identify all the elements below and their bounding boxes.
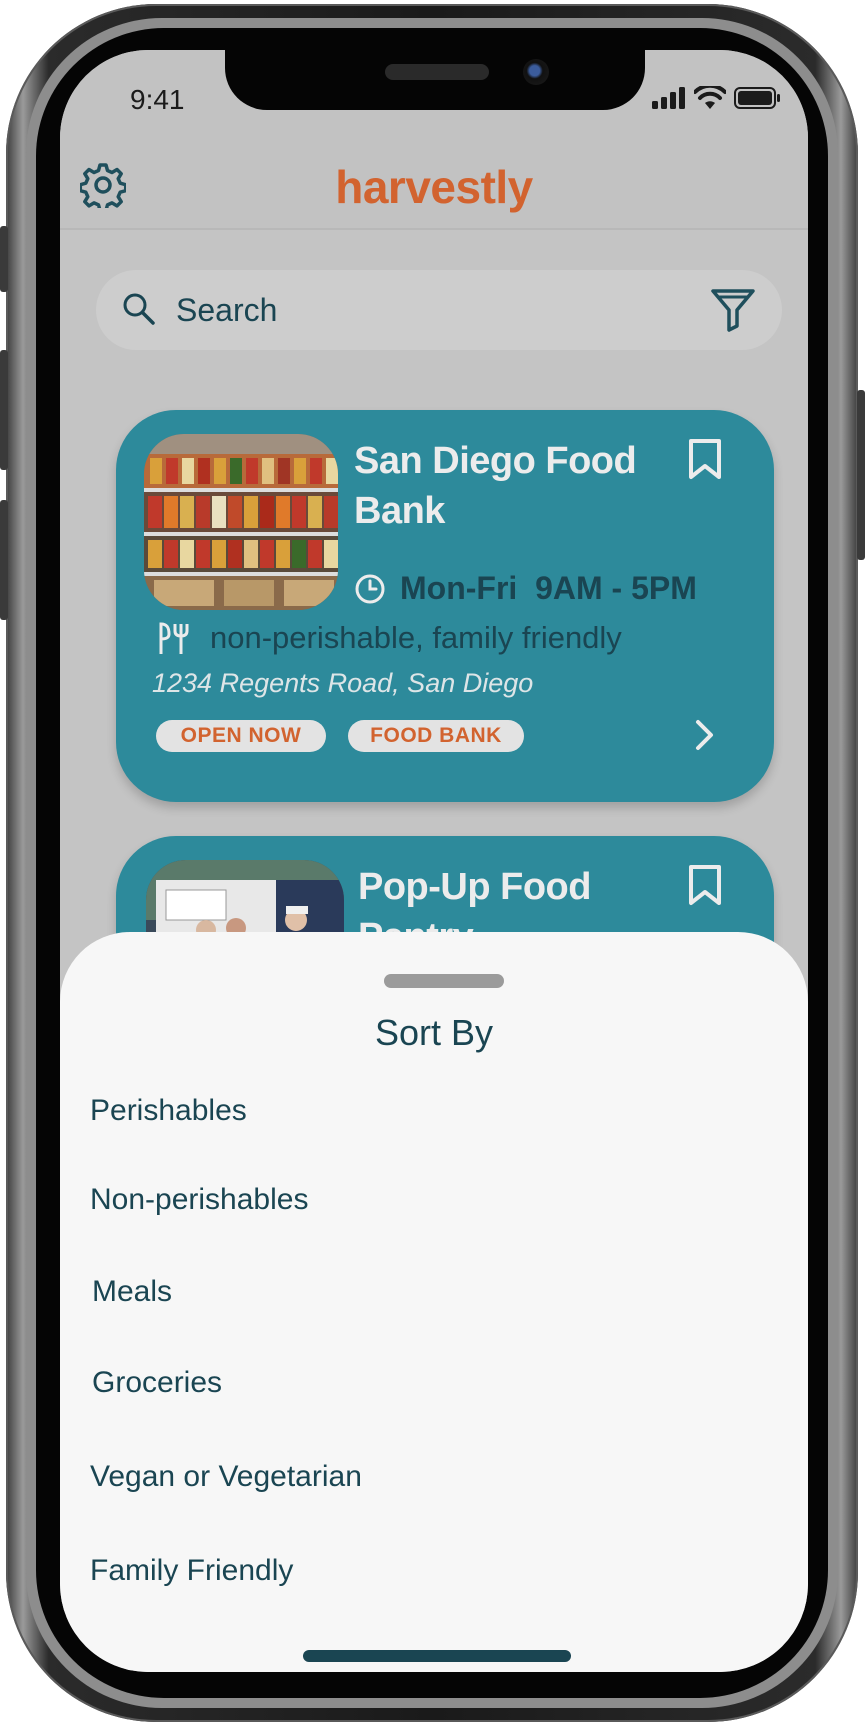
search-bar — [96, 270, 782, 350]
listing-categories: non-perishable, family friendly — [158, 620, 622, 656]
sort-option-meals[interactable]: Meals — [92, 1275, 172, 1309]
sort-option-family-friendly[interactable]: Family Friendly — [90, 1554, 293, 1588]
speaker-grille — [385, 64, 489, 80]
mute-switch — [0, 226, 8, 292]
sort-option-groceries[interactable]: Groceries — [92, 1366, 222, 1400]
sheet-title: Sort By — [374, 1012, 494, 1053]
signal-icon — [652, 87, 685, 109]
clock-icon — [355, 574, 385, 603]
wifi-icon — [694, 86, 726, 109]
notch — [225, 50, 645, 110]
battery-icon — [734, 87, 780, 109]
bookmark-icon[interactable] — [688, 438, 722, 480]
food-bank-card[interactable]: San Diego Food Bank Mon-Fri 9AM - 5PM no… — [116, 410, 774, 802]
search-input[interactable] — [176, 270, 646, 350]
sort-option-non-perishables[interactable]: Non-perishables — [90, 1183, 308, 1217]
status-time: 9:41 — [130, 84, 185, 115]
status-icons — [652, 86, 782, 110]
volume-up-button — [0, 350, 8, 470]
sort-option-perishables[interactable]: Perishables — [90, 1094, 247, 1128]
app-screen: 9:41 harvestly Search San Diego Food Ban… — [60, 50, 808, 1672]
front-camera — [523, 59, 549, 85]
food-bank-thumbnail — [144, 434, 338, 610]
app-logo: harvestly — [335, 161, 533, 213]
open-now-badge: OPEN NOW — [156, 720, 326, 752]
sort-option-vegan-vegetarian[interactable]: Vegan or Vegetarian — [90, 1460, 362, 1494]
filter-funnel-icon[interactable] — [710, 286, 756, 332]
type-badge: FOOD BANK — [348, 720, 524, 752]
utensils-icon — [159, 622, 189, 654]
chevron-right-icon[interactable] — [694, 718, 716, 752]
search-icon — [123, 293, 155, 325]
categories-text: non-perishable, family friendly — [210, 620, 622, 655]
listing-address: 1234 Regents Road, San Diego — [152, 668, 534, 698]
power-button — [857, 390, 865, 560]
bookmark-icon[interactable] — [688, 864, 722, 906]
volume-down-button — [0, 500, 8, 620]
home-indicator[interactable] — [303, 1650, 571, 1662]
listing-title: San Diego Food Bank — [354, 440, 637, 532]
sheet-drag-handle[interactable] — [384, 974, 504, 988]
listing-hours: Mon-Fri 9AM - 5PM — [354, 570, 697, 607]
hours-text: Mon-Fri 9AM - 5PM — [400, 570, 697, 606]
sort-by-sheet: Sort By Perishables Non-perishables Meal… — [60, 932, 808, 1672]
